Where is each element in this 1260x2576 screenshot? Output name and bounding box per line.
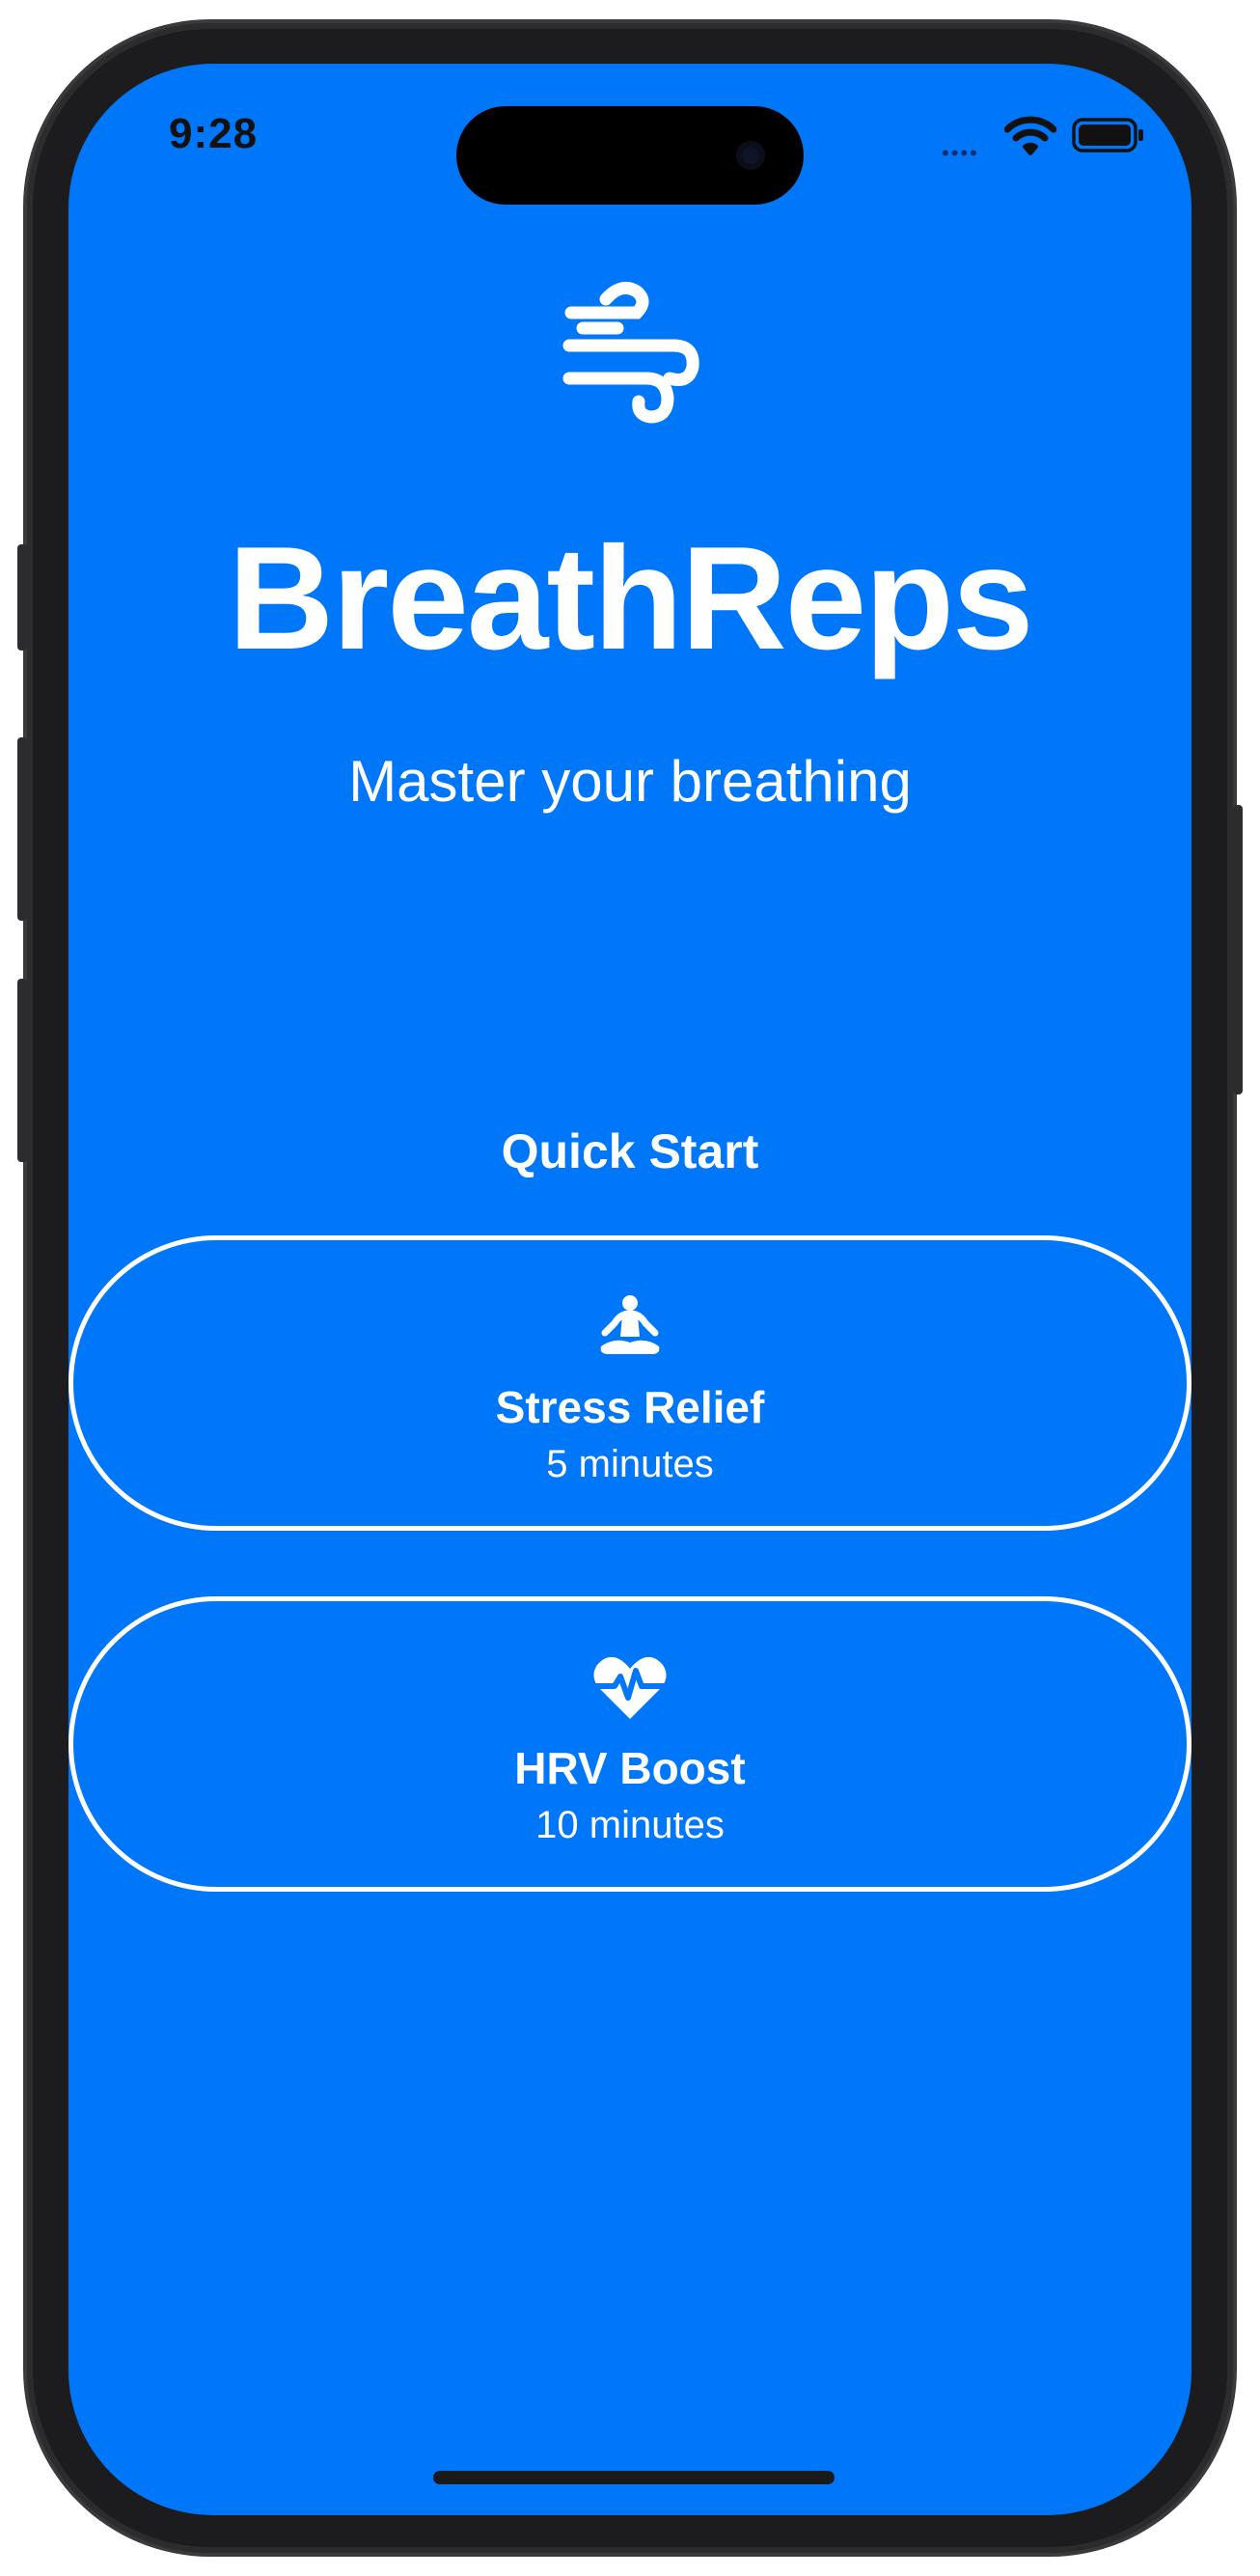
action-button (17, 544, 27, 651)
session-title: HRV Boost (514, 1743, 746, 1793)
app-subtitle: Master your breathing (348, 749, 912, 814)
wifi-icon (1004, 116, 1056, 155)
stress-relief-button[interactable]: Stress Relief 5 minutes (68, 1235, 1192, 1531)
heart-pulse-icon (591, 1656, 669, 1719)
app-title: BreathReps (228, 516, 1033, 680)
wind-icon (562, 281, 699, 424)
cellular-signal-icon: •••• (942, 141, 979, 165)
session-title: Stress Relief (495, 1382, 765, 1432)
session-duration: 5 minutes (546, 1443, 714, 1485)
battery-icon (1072, 118, 1143, 152)
power-button (1233, 805, 1243, 1094)
meditation-figure-icon (600, 1295, 660, 1354)
dynamic-island (456, 106, 804, 205)
status-time: 9:28 (169, 110, 259, 157)
volume-up-button (17, 737, 27, 921)
volume-down-button (17, 979, 27, 1162)
session-duration: 10 minutes (535, 1804, 725, 1846)
hrv-boost-button[interactable]: HRV Boost 10 minutes (68, 1596, 1192, 1892)
quick-start-heading: Quick Start (501, 1124, 759, 1178)
app-screen: 9:28 •••• BreathReps Master your breathi… (68, 64, 1192, 2515)
status-bar: 9:28 •••• (68, 64, 1192, 208)
home-indicator[interactable] (433, 2471, 835, 2484)
camera-icon (736, 141, 765, 170)
